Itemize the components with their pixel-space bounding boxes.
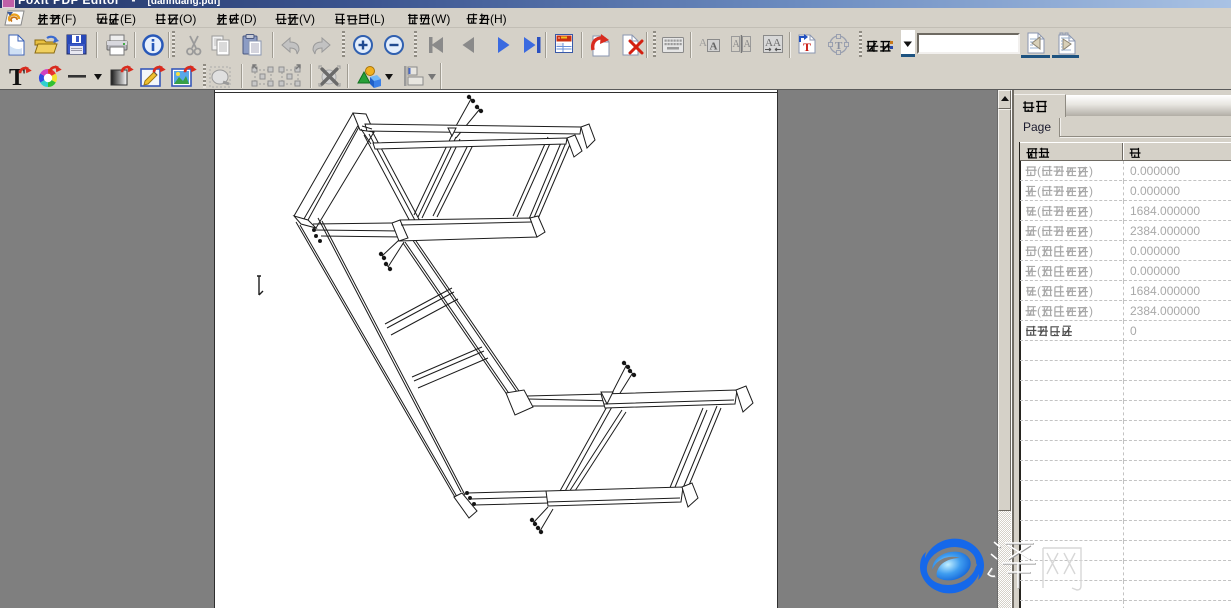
svg-text:A: A (710, 41, 718, 53)
svg-text:A: A (773, 37, 781, 49)
svg-text:A: A (733, 39, 741, 50)
svg-text:T: T (803, 40, 811, 54)
svg-text:T: T (835, 40, 843, 52)
svg-text:A: A (765, 37, 773, 49)
svg-text:A: A (699, 37, 707, 49)
svg-text:A: A (744, 39, 752, 50)
